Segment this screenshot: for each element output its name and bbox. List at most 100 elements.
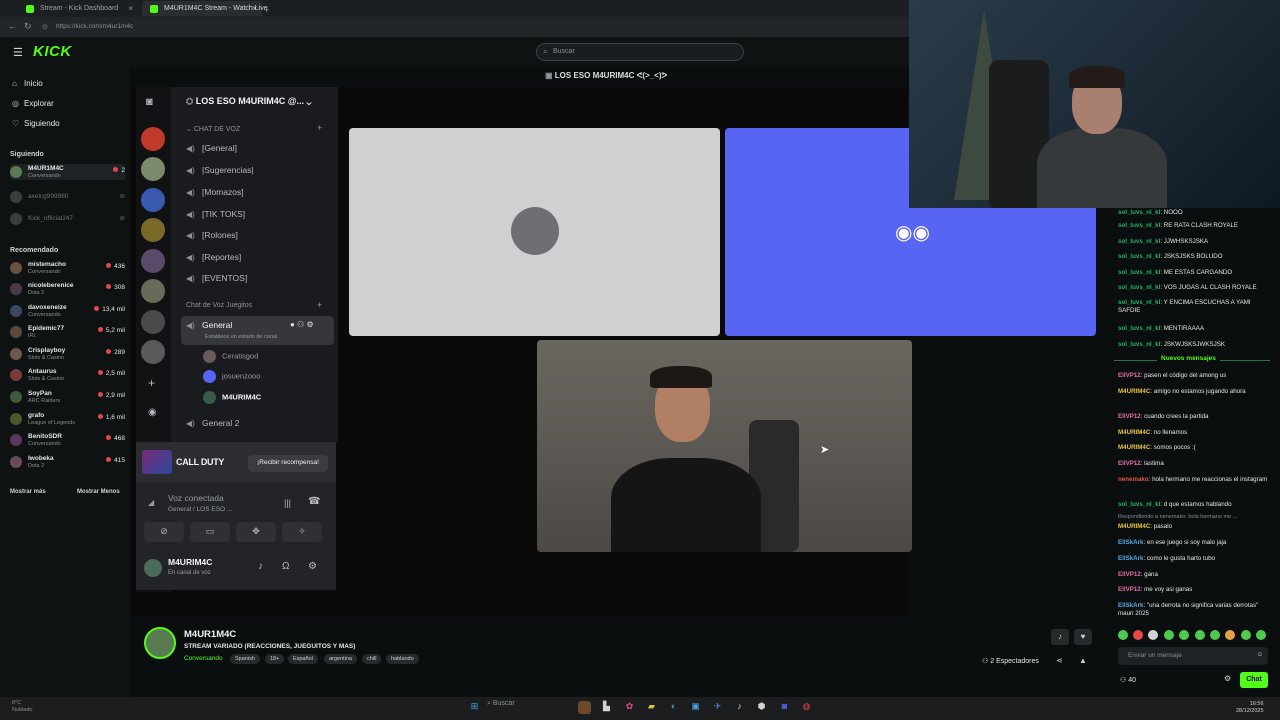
taskbar-search[interactable]: ⌕ Buscar	[487, 700, 515, 708]
recommended-channel[interactable]: grafo League of Legends 1,6 mil	[10, 411, 125, 427]
system-clock[interactable]: 16:56 28/12/2025	[1236, 701, 1264, 715]
emote-icon[interactable]	[1133, 630, 1143, 640]
chat-message[interactable]: ElIVP12: gana	[1118, 571, 1268, 579]
new-tab-button[interactable]: +	[264, 1, 278, 16]
recommended-channel[interactable]: BenitoSDR Conversando 468	[10, 432, 125, 448]
chat-message[interactable]: ElIVP12: cuando crees la partida	[1118, 413, 1268, 421]
microphone-icon[interactable]: ♪	[258, 561, 263, 572]
following-channel[interactable]: Kick_official247 ⊘	[10, 211, 125, 227]
avatar[interactable]	[144, 559, 162, 577]
emoji-icon[interactable]: ☺	[1256, 651, 1263, 658]
chat-message[interactable]: M4URIM4C: pasalo	[1118, 523, 1268, 531]
emote-icon[interactable]	[1225, 630, 1235, 640]
stream-tag[interactable]: 18+	[265, 654, 285, 664]
activities-icon[interactable]: ✥	[236, 522, 276, 542]
reply-preview[interactable]: Respondiendo a nenemako: hola hermano me…	[1118, 514, 1268, 522]
tab-kick-dashboard[interactable]: Stream - Kick Dashboard ×	[18, 1, 138, 16]
chat-message[interactable]: sol_luvs_nl_kl: JSKSJSKS BOLUDO	[1118, 253, 1268, 261]
chat-message[interactable]: sol_luvs_nl_kl: VOS JUGAS AL CLASH ROYAL…	[1118, 284, 1268, 292]
send-chat-button[interactable]: Chat	[1240, 672, 1268, 688]
voice-channel-rolones[interactable]: ◀) [Rolones]	[186, 230, 238, 240]
chat-message[interactable]: ElISkArk: como le gusta harto tubo	[1118, 555, 1268, 563]
server-icon[interactable]	[141, 127, 165, 151]
voice-channel-active[interactable]: ◀) General	[186, 320, 232, 330]
voice-channel-momazos[interactable]: ◀) [Momazos]	[186, 187, 244, 197]
voice-channel-info[interactable]: General / LOS ESO ...	[168, 506, 232, 513]
weather-widget[interactable]: 8°C Nublado	[12, 700, 33, 714]
server-icon[interactable]	[141, 340, 165, 364]
emote-icon[interactable]	[1241, 630, 1251, 640]
chat-message[interactable]: ElIVP12: pasen el código del among us	[1118, 372, 1268, 380]
tiktok-icon[interactable]: ♪	[733, 701, 746, 714]
server-icon[interactable]	[141, 218, 165, 242]
noise-suppression-icon[interactable]: |||	[284, 498, 291, 508]
server-icon[interactable]	[141, 157, 165, 181]
chat-input[interactable]: Enviar un mensaje ☺	[1118, 647, 1268, 665]
emote-icon[interactable]	[1118, 630, 1128, 640]
close-tab-icon[interactable]: ×	[128, 4, 133, 13]
chat-message[interactable]: sol_luvs_nl_kl: d que estamos hablando	[1118, 501, 1268, 509]
nav-following[interactable]: ♡ Siguiendo	[12, 119, 60, 128]
emote-icon[interactable]	[1179, 630, 1189, 640]
app-icon[interactable]: ⬢	[755, 701, 768, 714]
windows-start-icon[interactable]: ⊞	[468, 701, 481, 714]
camera-feed[interactable]	[537, 340, 912, 552]
discord-icon[interactable]: ◙	[778, 701, 791, 714]
server-icon[interactable]	[141, 249, 165, 273]
app-icon[interactable]: ✈	[711, 701, 724, 714]
file-explorer-icon[interactable]: ▰	[645, 701, 658, 714]
search-input[interactable]: ⌕ Buscar	[536, 43, 744, 61]
screen-share-icon[interactable]: ▭	[190, 522, 230, 542]
explore-servers-icon[interactable]: ◉	[148, 407, 157, 418]
voice-channel-general[interactable]: ◀) [General]	[186, 143, 237, 153]
add-server-icon[interactable]: +	[148, 376, 155, 390]
tab-stream-live[interactable]: M4UR1M4C Stream - Watch Live ×	[142, 1, 268, 16]
voice-channel-general-2[interactable]: ◀) General 2	[186, 418, 239, 428]
voice-channel-sugerencias[interactable]: ◀) |Sugerencias|	[186, 165, 254, 175]
following-channel[interactable]: M4UR1M4C Conversando 2	[10, 164, 125, 180]
recommended-channel[interactable]: Crisplayboy Slots & Casino 289	[10, 346, 125, 362]
server-icon[interactable]	[141, 188, 165, 212]
claim-reward-button[interactable]: ¡Recibir recompensa!	[248, 455, 328, 472]
close-tab-icon[interactable]: ×	[252, 4, 257, 13]
headphones-icon[interactable]: Ω	[282, 561, 289, 572]
voice-channel-tiktoks[interactable]: ◀) [TIK TOKS]	[186, 209, 245, 219]
server-icon[interactable]	[141, 279, 165, 303]
recommended-channel[interactable]: Antaurus Slots & Casino 2,5 mil	[10, 367, 125, 383]
channel-status[interactable]: Establece un estado de canal	[205, 334, 277, 340]
games-category[interactable]: Chat de Voz Juegitos	[186, 302, 252, 309]
emote-icon[interactable]	[1148, 630, 1158, 640]
nav-explore[interactable]: ◎ Explorar	[12, 99, 54, 108]
back-icon[interactable]: ←	[8, 21, 17, 31]
chat-message[interactable]: sol_luvs_nl_kl: JJWHSKSJSKA	[1118, 238, 1268, 246]
chat-message[interactable]: sol_luvs_nl_kl: JSKWJSKSJWKSJSK	[1118, 341, 1268, 349]
stream-tag[interactable]: chill	[362, 654, 382, 664]
url-text[interactable]: https://kick.com/m4ur1m4c	[56, 23, 133, 30]
emote-icon[interactable]	[1210, 630, 1220, 640]
streamer-avatar[interactable]	[144, 627, 176, 659]
share-icon[interactable]: ⋖	[1056, 656, 1063, 665]
chat-message[interactable]: nenemako: hola hermano me reaccionas el …	[1118, 476, 1268, 484]
server-icon[interactable]	[141, 310, 165, 334]
hamburger-menu-icon[interactable]: ☰	[13, 46, 23, 59]
recommended-channel[interactable]: mistemacho Conversando 436	[10, 260, 125, 276]
recommended-channel[interactable]: davoxeneize Conversando 13,4 mil	[10, 303, 125, 319]
settings-icon[interactable]: ⚙	[308, 561, 317, 572]
notification-bell-icon[interactable]: ♪	[1051, 629, 1069, 645]
emote-icon[interactable]	[1256, 630, 1266, 640]
recommended-channel[interactable]: SoyPan ARC Raiders 2,9 mil	[10, 389, 125, 405]
stream-tag[interactable]: argentina	[324, 654, 357, 664]
emote-icon[interactable]	[1195, 630, 1205, 640]
edge-icon[interactable]: ◐	[667, 701, 680, 714]
chat-message[interactable]: M4URIM4C: amigo no estamos jugando ahora	[1118, 388, 1268, 396]
server-name[interactable]: ⛭ LOS ESO M4URIM4C @... ⌄	[186, 96, 311, 107]
show-less-link[interactable]: Mostrar Menos	[77, 489, 120, 495]
nav-home[interactable]: ⌂ Inicio	[12, 79, 43, 88]
discord-icon[interactable]: ◙	[146, 96, 153, 108]
recommended-channel[interactable]: Epidemic77 IRL 5,2 mil	[10, 324, 125, 340]
chat-message[interactable]: sol_luvs_nl_kl: RE RATA CLASH ROYALE	[1118, 222, 1268, 230]
follow-heart-icon[interactable]: ♥	[1074, 629, 1092, 645]
voice-channel-eventos[interactable]: ◀) [EVENTOS]	[186, 273, 247, 283]
channel-points[interactable]: ⚇ 40	[1120, 676, 1136, 684]
voice-member[interactable]: M4URIM4C	[203, 391, 261, 404]
